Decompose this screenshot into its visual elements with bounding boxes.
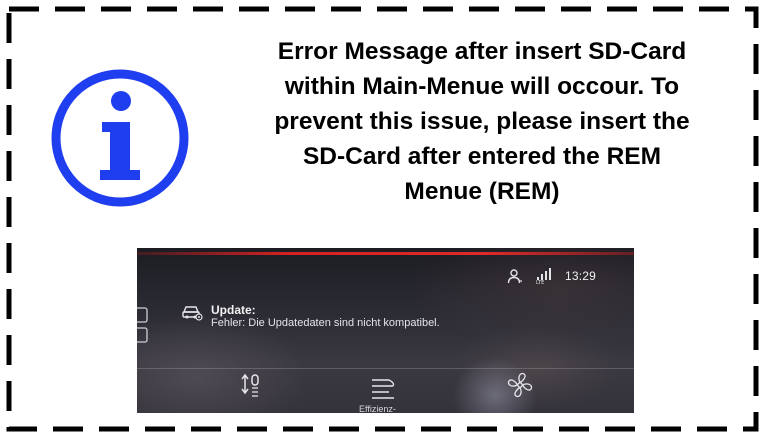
clock: 13:29 bbox=[564, 269, 596, 283]
update-error-message: Fehler: Die Updatedaten sind nicht kompa… bbox=[211, 317, 440, 329]
notice-line: Error Message after insert SD-Card bbox=[277, 38, 687, 65]
svg-text:LTE: LTE bbox=[536, 280, 544, 284]
update-notification[interactable]: Update: Fehler: Die Updatedaten sind nic… bbox=[181, 303, 440, 329]
efficiency-icon[interactable] bbox=[369, 376, 397, 407]
notice-line: Menue (REM) bbox=[404, 178, 560, 205]
seat-side-icon bbox=[137, 306, 151, 351]
screen-red-accent-line bbox=[137, 252, 634, 255]
update-car-icon bbox=[181, 303, 203, 326]
status-bar: LTE 13:29 bbox=[507, 268, 596, 284]
seat-adjust-icon[interactable] bbox=[241, 372, 263, 409]
fan-icon[interactable] bbox=[505, 370, 535, 405]
lte-signal-icon: LTE bbox=[535, 268, 553, 284]
info-icon bbox=[50, 68, 190, 208]
notice-line: prevent this issue, please insert the bbox=[274, 108, 690, 135]
notice-line: SD-Card after entered the REM bbox=[302, 143, 662, 170]
menu-divider bbox=[137, 368, 634, 369]
user-profile-icon bbox=[507, 268, 523, 284]
screen-photo: LTE 13:29 Update: Fehler: Die Updatedate… bbox=[137, 248, 634, 413]
notice-line: within Main-Menue will occour. To bbox=[284, 73, 680, 100]
update-title: Update: bbox=[211, 303, 256, 317]
efficiency-label: Effizienz- bbox=[359, 404, 396, 413]
notice-message: Error Message after insert SD-Card withi… bbox=[212, 34, 752, 209]
